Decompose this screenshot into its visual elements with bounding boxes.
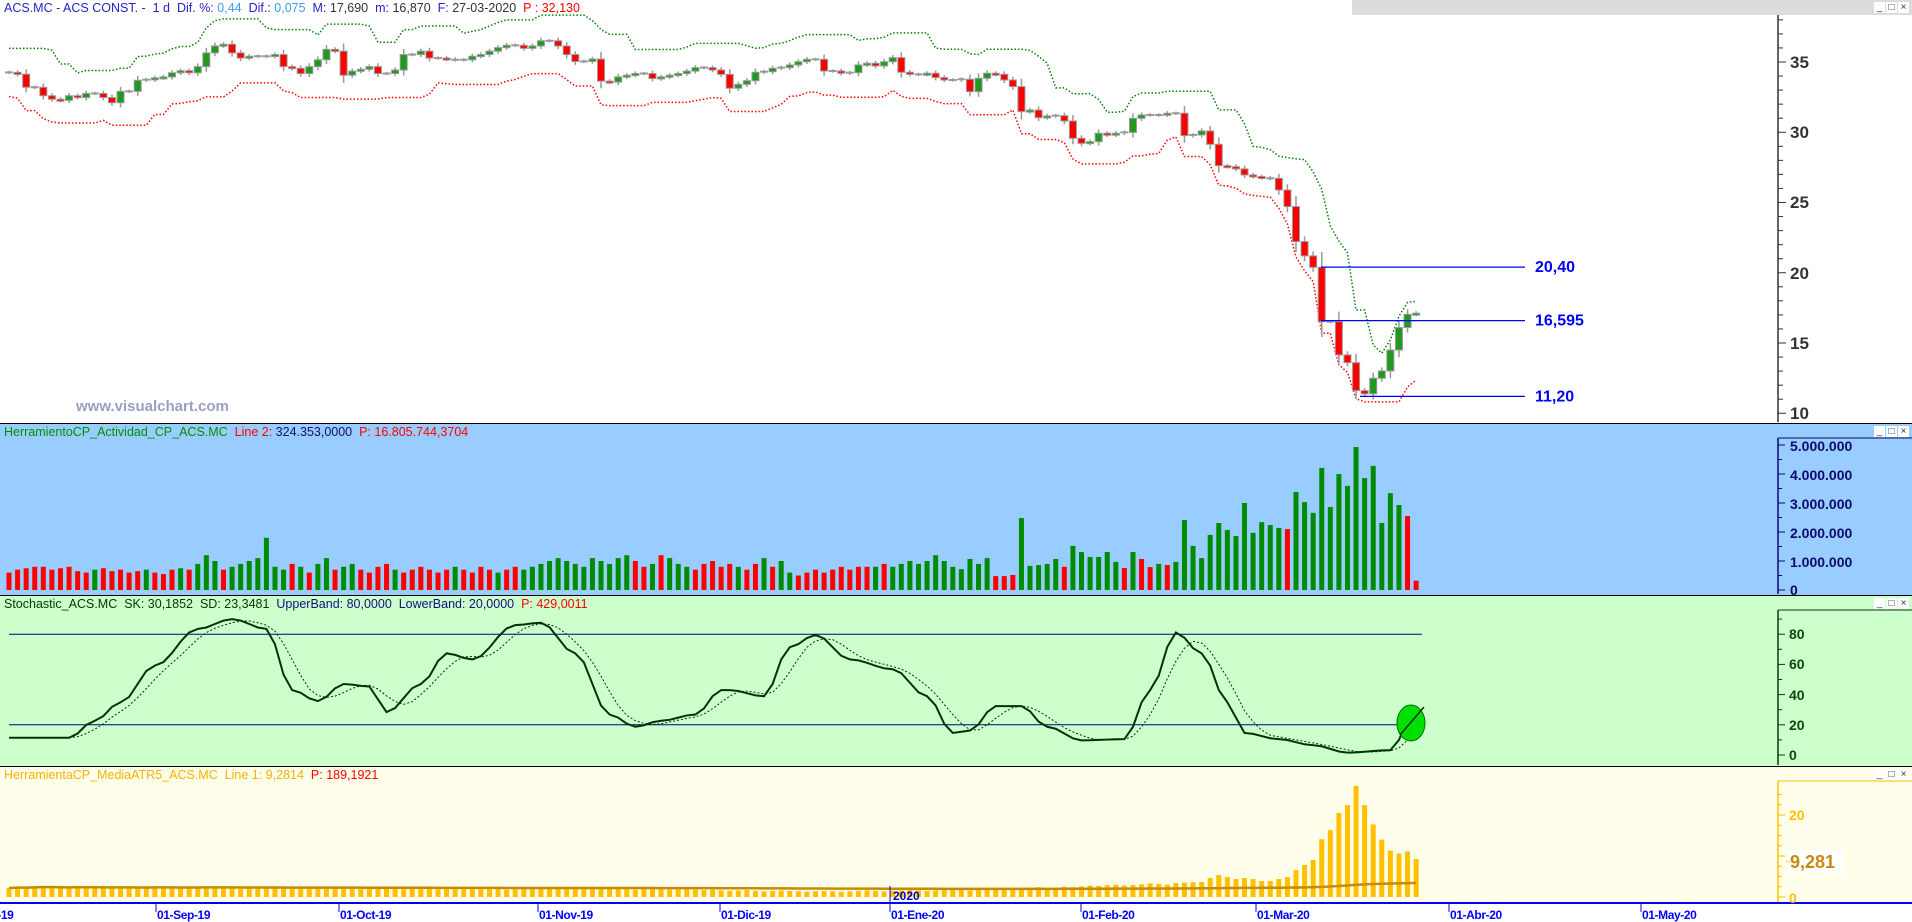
close-button[interactable]: × [1898, 598, 1909, 609]
p-label: P : [523, 1, 539, 15]
minimize-button[interactable]: _ [1874, 598, 1885, 609]
atr-panel: HerramientaCP_MediaATR5_ACS.MC Line 1: 9… [0, 766, 1912, 902]
minimize-button[interactable]: _ [1874, 426, 1885, 437]
min-label: m: [375, 1, 389, 15]
max-label: M: [312, 1, 327, 15]
p-value: 32,130 [541, 1, 580, 15]
date-value: 27-03-2020 [452, 1, 517, 15]
stochastic-panel: Stochastic_ACS.MC SK: 30,1852 SD: 23,348… [0, 595, 1912, 766]
close-button[interactable]: × [1898, 2, 1909, 13]
line-value: 324.353,0000 [275, 425, 353, 439]
maximize-button[interactable]: □ [1886, 2, 1897, 13]
sd-value: SD: 23,3481 [199, 597, 270, 611]
window-controls: _ □ × [1874, 426, 1909, 437]
maximize-button[interactable]: □ [1886, 769, 1897, 780]
dif-label: Dif.: [248, 1, 271, 15]
minimize-button[interactable]: _ [1874, 769, 1885, 780]
dif-value: 0,075 [274, 1, 306, 15]
volume-panel-header: HerramientoCP_Actividad_CP_ACS.MC Line 2… [4, 425, 468, 439]
symbol-label: ACS.MC - ACS CONST. - 1 d [4, 1, 171, 15]
sk-value: SK: 30,1852 [124, 597, 193, 611]
panel-title-strip [1352, 0, 1912, 15]
indicator-name: HerramientoCP_Actividad_CP_ACS.MC [4, 425, 228, 439]
line-label: Line 1: [224, 768, 263, 782]
maximize-button[interactable]: □ [1886, 598, 1897, 609]
p-value: 16.805.744,3704 [374, 425, 469, 439]
p-label: P: [310, 768, 323, 782]
window-controls: _ □ × [1874, 769, 1909, 780]
indicator-name: Stochastic_ACS.MC [4, 597, 118, 611]
indicator-name: HerramientaCP_MediaATR5_ACS.MC [4, 768, 218, 782]
stochastic-panel-header: Stochastic_ACS.MC SK: 30,1852 SD: 23,348… [4, 597, 588, 611]
max-value: 17,690 [329, 1, 369, 15]
line-label: Line 2: [234, 425, 273, 439]
close-button[interactable]: × [1898, 426, 1909, 437]
lower-band-value: LowerBand: 20,0000 [398, 597, 515, 611]
p-label: P: [359, 425, 371, 439]
dif-pct-value: 0,44 [217, 1, 242, 15]
window-controls: _ □ × [1874, 2, 1909, 13]
atr-panel-header: HerramientaCP_MediaATR5_ACS.MC Line 1: 9… [4, 768, 378, 782]
time-axis [0, 902, 1912, 922]
maximize-button[interactable]: □ [1886, 426, 1897, 437]
line-value: 9,2814 [265, 768, 304, 782]
window-controls: _ □ × [1874, 598, 1909, 609]
p-label: P: [521, 597, 533, 611]
p-value: 429,0011 [536, 597, 588, 611]
upper-band-value: UpperBand: 80,0000 [276, 597, 392, 611]
price-panel-header: ACS.MC - ACS CONST. - 1 d Dif. %: 0,44 D… [4, 1, 580, 15]
close-button[interactable]: × [1898, 769, 1909, 780]
volume-panel: HerramientoCP_Actividad_CP_ACS.MC Line 2… [0, 423, 1912, 595]
min-value: 16,870 [392, 1, 431, 15]
p-value: 189,1921 [326, 768, 379, 782]
minimize-button[interactable]: _ [1874, 2, 1885, 13]
price-panel: ACS.MC - ACS CONST. - 1 d Dif. %: 0,44 D… [0, 0, 1912, 423]
date-label: F: [437, 1, 449, 15]
dif-pct-label: Dif. %: [176, 1, 214, 15]
